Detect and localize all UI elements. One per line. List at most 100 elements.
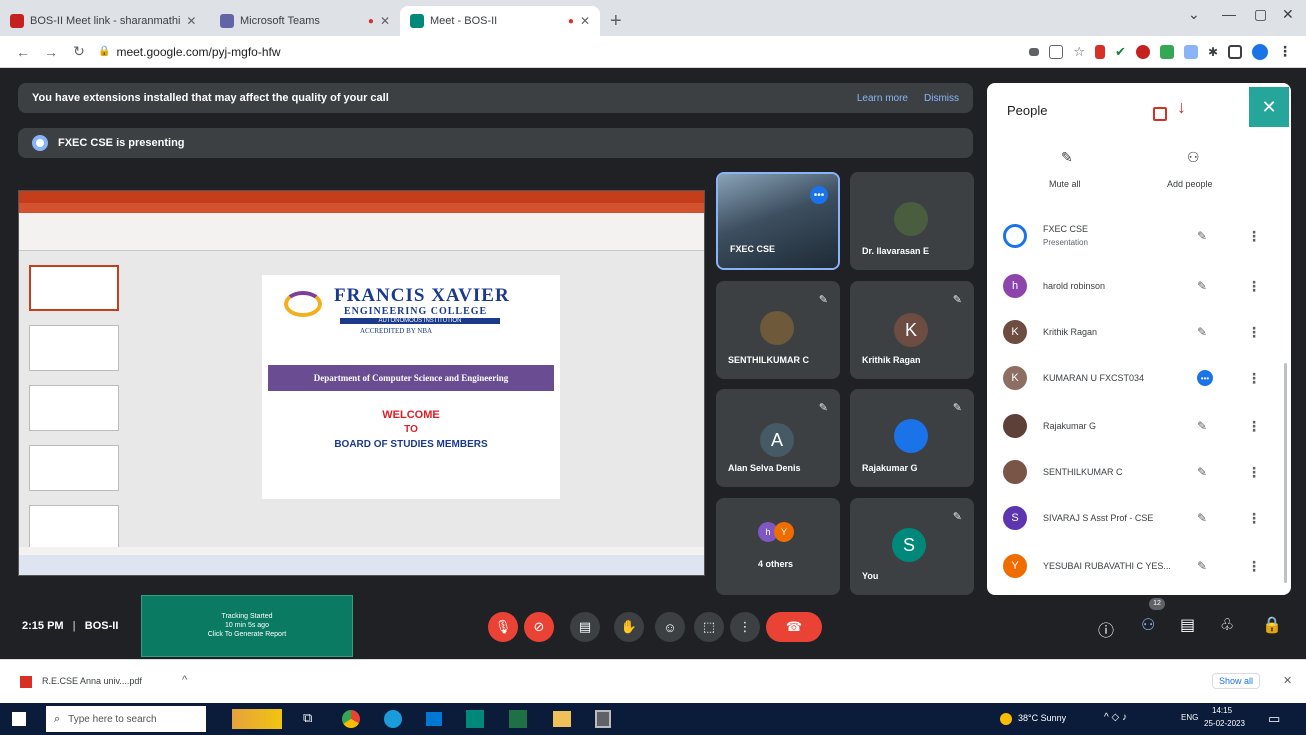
language-indicator[interactable]: ENG <box>1181 713 1198 722</box>
mic-off-icon[interactable]: ✎ <box>1197 559 1207 573</box>
window-close-button[interactable]: ✕ <box>1282 6 1294 23</box>
slide-thumb[interactable] <box>29 445 119 491</box>
maximize-button[interactable]: ▢ <box>1254 6 1267 23</box>
mic-off-icon[interactable]: ✎ <box>1197 279 1207 293</box>
download-file-name[interactable]: R.E.CSE Anna univ....pdf <box>42 676 142 686</box>
more-options-icon[interactable]: ⋮ <box>1247 324 1261 341</box>
leave-call-button[interactable]: ☎ <box>766 612 822 642</box>
extension-red-icon[interactable] <box>1135 44 1150 59</box>
edge-taskbar-icon[interactable] <box>384 710 402 728</box>
windows-start-icon[interactable] <box>12 712 26 726</box>
news-widget-icon[interactable] <box>232 709 282 729</box>
participant-row[interactable]: h harold robinson ✎ ⋮ <box>987 263 1287 309</box>
extension-filter-icon[interactable] <box>1095 44 1106 59</box>
new-tab-button[interactable]: + <box>600 6 632 36</box>
menu-dots-icon[interactable]: ⋮ <box>1278 43 1292 60</box>
url-field[interactable]: 🔒 meet.google.com/pyj-mgfo-hfw <box>98 45 281 59</box>
close-icon[interactable]: ✕ <box>380 14 390 28</box>
mic-off-icon[interactable]: ✎ <box>1197 465 1207 479</box>
weather-text[interactable]: 38°C Sunny <box>1018 713 1066 723</box>
puzzle-icon[interactable]: ✱ <box>1208 45 1218 59</box>
mute-all-icon[interactable]: ✎ <box>1061 149 1073 166</box>
activities-icon[interactable]: ♧ <box>1220 615 1234 635</box>
participant-tile[interactable]: ✎ A Alan Selva Denis <box>716 389 840 487</box>
extension-blue-icon[interactable] <box>1183 44 1198 59</box>
participant-row[interactable]: S SIVARAJ S Asst Prof - CSE ✎ ⋮ <box>987 495 1287 541</box>
mic-off-icon[interactable]: ✎ <box>1197 229 1207 243</box>
mic-off-icon[interactable]: ✎ <box>1197 419 1207 433</box>
more-options-button[interactable]: ⋮ <box>730 612 760 642</box>
more-options-icon[interactable]: ⋮ <box>1247 228 1261 245</box>
task-view-icon[interactable]: ⧉ <box>303 710 312 726</box>
close-panel-button[interactable]: ✕ <box>1249 87 1289 127</box>
checkbox-extension-icon[interactable] <box>1153 107 1167 121</box>
more-options-icon[interactable]: ⋮ <box>1247 558 1261 575</box>
profile-avatar[interactable] <box>1252 43 1268 60</box>
participant-row[interactable]: Rajakumar G ✎ ⋮ <box>987 403 1287 449</box>
tab-bos-meet-link[interactable]: BOS-II Meet link - sharanmathi ✕ <box>0 6 210 36</box>
files-taskbar-icon[interactable] <box>553 711 571 727</box>
participant-row[interactable]: Y YESUBAI RUBAVATHI C YES... ✎ ⋮ <box>987 543 1287 589</box>
mute-all-label[interactable]: Mute all <box>1049 179 1081 189</box>
extension-green-icon[interactable] <box>1159 44 1174 59</box>
mic-off-icon[interactable]: ✎ <box>1197 511 1207 525</box>
back-icon[interactable]: ← <box>14 44 32 60</box>
raise-hand-button[interactable]: ✋ <box>614 612 644 642</box>
more-options-icon[interactable]: ••• <box>810 186 828 204</box>
show-all-button[interactable]: Show all <box>1212 673 1261 689</box>
more-options-icon[interactable]: ⋮ <box>1247 418 1261 435</box>
arrow-down-icon[interactable]: ↓ <box>1177 97 1186 118</box>
notification-icon[interactable]: ▭ <box>1268 711 1280 727</box>
store-taskbar-icon[interactable] <box>426 712 442 726</box>
learn-more-link[interactable]: Learn more <box>857 93 908 104</box>
chrome-taskbar-icon[interactable] <box>342 710 360 728</box>
share-icon[interactable] <box>1049 44 1064 59</box>
forward-icon[interactable]: → <box>42 44 60 60</box>
chevron-up-icon[interactable]: ^ <box>182 674 187 686</box>
tab-search-icon[interactable]: ⌄ <box>1188 6 1200 23</box>
slide-thumb[interactable] <box>29 385 119 431</box>
participant-tile[interactable]: Dr. Ilavarasan E <box>850 172 974 270</box>
tray-icons[interactable]: ^ ◇ ♪ <box>1104 712 1127 723</box>
present-button[interactable]: ⬚ <box>694 612 724 642</box>
calculator-taskbar-icon[interactable] <box>595 710 611 728</box>
participant-tile[interactable]: ✎ SENTHILKUMAR C <box>716 281 840 379</box>
self-tile[interactable]: ✎ S You <box>850 498 974 595</box>
people-icon[interactable]: ⚇ <box>1141 615 1155 635</box>
clock-date[interactable]: 25-02-2023 <box>1204 719 1245 728</box>
minimize-button[interactable]: — <box>1222 6 1236 22</box>
participant-tile[interactable]: ✎ K Krithik Ragan <box>850 281 974 379</box>
emoji-button[interactable]: ☺ <box>655 612 685 642</box>
close-icon[interactable]: ✕ <box>186 14 196 28</box>
tab-meet[interactable]: Meet - BOS-II ● ✕ <box>400 6 600 36</box>
participant-row[interactable]: FXEC CSE Presentation ✎ ⋮ <box>987 213 1287 259</box>
tracking-widget[interactable]: Tracking Started 10 min 5s ago Click To … <box>141 595 353 657</box>
close-icon[interactable]: ✕ <box>1283 674 1292 687</box>
camera-icon[interactable] <box>1029 47 1040 56</box>
camera-toggle-button[interactable]: ⊘ <box>524 612 554 642</box>
captions-button[interactable]: ▤ <box>570 612 600 642</box>
check-icon[interactable]: ✔ <box>1115 44 1126 60</box>
taskbar-search-box[interactable]: ⌕ Type here to search <box>46 706 206 732</box>
panel-scrollbar[interactable] <box>1284 363 1287 583</box>
participant-row[interactable]: SENTHILKUMAR C ✎ ⋮ <box>987 449 1287 495</box>
add-people-icon[interactable]: ⚇ <box>1187 149 1200 166</box>
host-controls-icon[interactable]: 🔒 <box>1262 615 1282 635</box>
mic-toggle-button[interactable]: 🎙 <box>488 612 518 642</box>
chat-icon[interactable]: ▤ <box>1180 615 1195 635</box>
sidebar-icon[interactable] <box>1228 44 1242 59</box>
spreadsheet-taskbar-icon[interactable] <box>509 710 527 728</box>
tab-microsoft-teams[interactable]: Microsoft Teams ● ✕ <box>210 6 400 36</box>
add-people-label[interactable]: Add people <box>1167 179 1213 189</box>
more-options-icon[interactable]: ⋮ <box>1247 278 1261 295</box>
participant-row[interactable]: K KUMARAN U FXCST034 ••• ⋮ <box>987 355 1287 401</box>
meet-taskbar-icon[interactable] <box>466 710 484 728</box>
others-tile[interactable]: h Y 4 others <box>716 498 840 595</box>
more-options-icon[interactable]: ⋮ <box>1247 464 1261 481</box>
slide-thumb[interactable] <box>29 265 119 311</box>
mic-off-icon[interactable]: ✎ <box>1197 325 1207 339</box>
slide-thumb[interactable] <box>29 505 119 551</box>
more-actions-icon[interactable]: ••• <box>1197 370 1213 386</box>
slide-thumb[interactable] <box>29 325 119 371</box>
more-options-icon[interactable]: ⋮ <box>1247 510 1261 527</box>
